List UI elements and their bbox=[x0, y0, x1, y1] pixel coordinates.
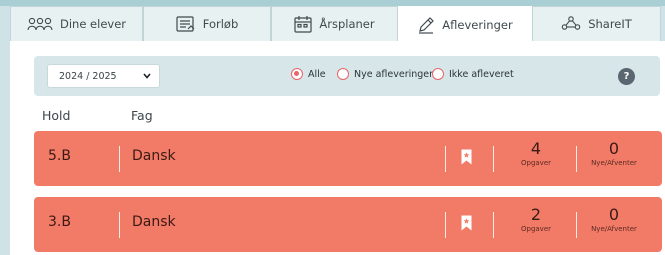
tab-bar: Dine elever Forløb Årsplaner Afleveringe… bbox=[10, 6, 665, 42]
tab-arsplaner[interactable]: Årsplaner bbox=[271, 6, 398, 41]
students-icon bbox=[27, 17, 53, 31]
divider bbox=[119, 146, 120, 172]
radio-nye-afleveringer[interactable]: Nye afleveringer bbox=[337, 68, 433, 80]
divider bbox=[445, 212, 446, 238]
year-select[interactable]: 2024 / 2025 bbox=[47, 64, 160, 88]
radio-label: Alle bbox=[308, 68, 326, 80]
divider bbox=[576, 146, 577, 172]
tab-forlob[interactable]: Forløb bbox=[143, 6, 271, 41]
tab-dine-elever[interactable]: Dine elever bbox=[10, 6, 143, 41]
afleveringer-panel: 2024 / 2025 Alle Nye afleveringer Ikke a… bbox=[10, 41, 665, 255]
table-row[interactable]: 5.B Dansk 4 Opgaver 0 Nye/Afventer bbox=[34, 131, 662, 186]
pen-icon bbox=[419, 16, 435, 34]
tab-label: ShareIT bbox=[588, 17, 632, 31]
help-icon[interactable]: ? bbox=[618, 68, 635, 85]
nye-label: Nye/Afventer bbox=[591, 225, 637, 233]
divider bbox=[119, 212, 120, 238]
row-fag: Dansk bbox=[132, 148, 176, 164]
tab-label: Forløb bbox=[202, 17, 239, 31]
radio-alle[interactable]: Alle bbox=[291, 68, 326, 80]
opgaver-label: Opgaver bbox=[520, 159, 551, 167]
radio-ikke-afleveret[interactable]: Ikke afleveret bbox=[432, 68, 514, 80]
table-row[interactable]: 3.B Dansk 2 Opgaver 0 Nye/Afventer bbox=[34, 197, 662, 252]
radio-button[interactable] bbox=[432, 68, 444, 80]
row-fag: Dansk bbox=[132, 214, 176, 230]
tab-label: Afleveringer bbox=[442, 17, 513, 32]
bookmark-star-icon[interactable] bbox=[461, 215, 472, 231]
tab-label: Årsplaner bbox=[319, 17, 375, 31]
radio-button-selected[interactable] bbox=[291, 68, 303, 80]
divider bbox=[576, 212, 577, 238]
year-select-value: 2024 / 2025 bbox=[59, 70, 117, 82]
column-header-fag: Fag bbox=[131, 108, 153, 123]
filter-bar: 2024 / 2025 Alle Nye afleveringer Ikke a… bbox=[34, 56, 660, 96]
nye-label: Nye/Afventer bbox=[591, 159, 637, 167]
tab-label: Dine elever bbox=[59, 17, 127, 31]
nye-count: 0 bbox=[608, 139, 620, 158]
radio-button[interactable] bbox=[337, 68, 349, 80]
share-network-icon bbox=[561, 16, 581, 30]
divider bbox=[493, 212, 494, 238]
divider bbox=[493, 146, 494, 172]
nye-count: 0 bbox=[608, 205, 620, 224]
radio-label: Nye afleveringer bbox=[354, 68, 434, 80]
radio-label: Ikke afleveret bbox=[449, 68, 514, 80]
calendar-icon bbox=[294, 16, 312, 33]
row-hold: 5.B bbox=[48, 148, 71, 164]
bookmark-star-icon[interactable] bbox=[461, 149, 472, 165]
column-header-hold: Hold bbox=[42, 108, 71, 123]
opgaver-label: Opgaver bbox=[520, 225, 551, 233]
opgaver-count: 4 bbox=[530, 139, 542, 158]
tab-shareit[interactable]: ShareIT bbox=[532, 6, 661, 41]
divider bbox=[445, 146, 446, 172]
row-hold: 3.B bbox=[48, 214, 71, 230]
opgaver-count: 2 bbox=[530, 205, 542, 224]
document-list-icon bbox=[176, 15, 195, 32]
chevron-down-icon bbox=[143, 73, 151, 79]
tab-afleveringer[interactable]: Afleveringer bbox=[398, 6, 532, 42]
